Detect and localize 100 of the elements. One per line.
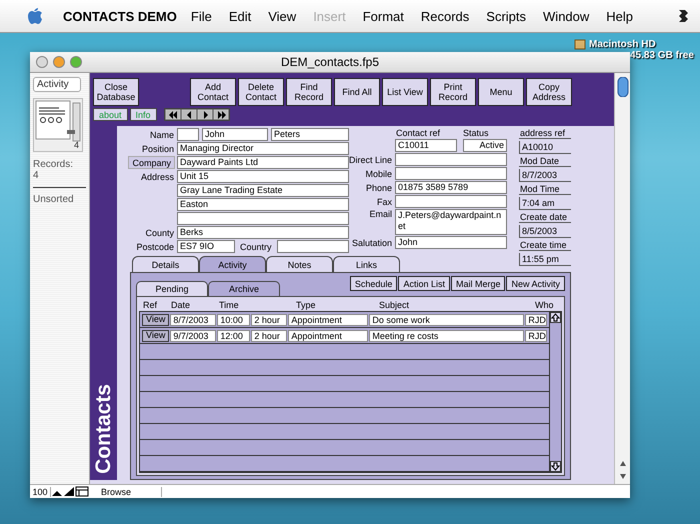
text-field[interactable]: Berks (177, 226, 349, 239)
text-field[interactable] (395, 167, 507, 180)
field-label: address ref (519, 128, 571, 139)
view-button[interactable]: View (142, 314, 170, 326)
text-field[interactable] (395, 153, 507, 166)
menu-item[interactable]: Format (362, 8, 404, 24)
scroll-up-arrow-icon[interactable] (618, 460, 626, 467)
column-header: Ref (143, 300, 158, 310)
table-cell: Appointment (288, 330, 368, 342)
contact-ref-field[interactable]: C10011 (395, 139, 457, 152)
text-field[interactable]: Dayward Paints Ltd (177, 156, 349, 169)
field-label: Mod Time (519, 184, 571, 195)
subtab[interactable]: Archive (208, 281, 280, 296)
field-label: Postcode (135, 242, 175, 252)
records-count: 4 (33, 170, 40, 181)
toolbar-button[interactable]: List View (382, 78, 428, 106)
window-title: DEM_contacts.fp5 (280, 55, 380, 69)
activity-button[interactable]: New Activity (506, 276, 565, 291)
close-button[interactable] (36, 56, 48, 68)
info-field: 8/7/2003 (519, 169, 571, 182)
text-field[interactable] (177, 212, 349, 225)
toolbar-button[interactable]: Menu (478, 78, 524, 106)
menu-item[interactable]: File (190, 8, 212, 24)
menu-item[interactable]: Edit (228, 8, 252, 24)
menu-item[interactable]: View (268, 8, 296, 24)
apple-menu-icon[interactable] (26, 7, 43, 25)
first-record-icon[interactable] (164, 109, 181, 120)
toolbar-button[interactable]: Add Contact (190, 78, 236, 106)
text-field[interactable]: J.Peters@daywardpaint.net (395, 209, 507, 235)
field-label: Phone (364, 182, 393, 192)
records-label: Records: (33, 159, 74, 170)
field-label: Create time (519, 240, 571, 251)
text-field[interactable]: Gray Lane Trading Estate (177, 184, 349, 197)
last-record-icon[interactable] (212, 109, 229, 120)
field-label: Email (368, 209, 393, 219)
field-label: Direct Line (349, 154, 394, 164)
column-header: Type (296, 300, 317, 310)
scroll-down-arrow-icon[interactable] (618, 473, 626, 480)
toolbar-button[interactable]: Copy Address (526, 78, 572, 106)
zoom-button[interactable] (70, 56, 82, 68)
text-field[interactable]: Easton (177, 198, 349, 211)
record-book[interactable]: 4 (33, 98, 83, 152)
menu-item[interactable]: Window (543, 8, 590, 24)
tab[interactable]: Links (333, 256, 400, 272)
toolbar-button[interactable]: Close Database (93, 78, 139, 106)
scroll-up-icon[interactable] (550, 312, 562, 323)
table-cell: RJD (525, 314, 548, 326)
toolbar-button[interactable]: Find Record (286, 78, 332, 106)
info-field: 7:04 am (519, 197, 571, 210)
zoom-level[interactable]: 100 (30, 486, 51, 496)
next-record-icon[interactable] (196, 109, 213, 120)
app-name[interactable]: CONTACTS DEMO (63, 8, 177, 24)
text-field[interactable] (395, 195, 507, 208)
tab[interactable]: Details (132, 256, 199, 272)
toolbar-button[interactable]: Delete Contact (238, 78, 284, 106)
column-header: Subject (379, 300, 410, 310)
text-field[interactable]: Unit 15 (177, 170, 349, 183)
menu-item[interactable]: Help (606, 8, 634, 24)
minimize-button[interactable] (53, 56, 65, 68)
toolbar-button[interactable]: Print Record (430, 78, 476, 106)
scroll-thumb[interactable] (616, 77, 628, 97)
tab[interactable]: Activity (199, 256, 266, 272)
toolbar-button[interactable]: Find All (334, 78, 380, 106)
postcode-field[interactable]: ES7 9IO (177, 240, 235, 253)
text-field[interactable]: John (395, 236, 507, 249)
layout-popup[interactable]: Activity (33, 77, 81, 92)
scroll-down-icon[interactable] (550, 461, 562, 472)
table-cell: 12:00 (217, 330, 250, 342)
text-field[interactable]: 01875 3589 5789 (395, 181, 507, 194)
table-cell: 10:00 (217, 314, 250, 326)
country-field[interactable] (276, 240, 349, 253)
title-field[interactable] (177, 128, 199, 141)
last-name-field[interactable]: Peters (271, 128, 349, 141)
previous-record-icon[interactable] (180, 109, 197, 120)
text-field[interactable]: Managing Director (177, 142, 349, 155)
status-area-icon[interactable] (75, 486, 89, 497)
table-cell: Appointment (288, 314, 368, 326)
info-field: 11:55 pm (519, 253, 571, 266)
column-header: Time (219, 300, 240, 310)
status-field[interactable]: Active (463, 139, 507, 152)
field-label: Name (148, 130, 175, 140)
field-label: Fax (376, 196, 393, 206)
menu-item[interactable]: Records (420, 8, 470, 24)
company-button[interactable]: Company (128, 156, 175, 169)
zoom-in-icon[interactable] (63, 486, 75, 497)
table-cell: Do some work (369, 314, 524, 326)
column-header: Who (535, 300, 555, 310)
field-label: Country (239, 242, 273, 252)
activity-button[interactable]: Schedule (350, 276, 398, 291)
record-book-icon[interactable] (35, 100, 81, 142)
view-button[interactable]: View (142, 330, 170, 342)
first-name-field[interactable]: John (202, 128, 268, 141)
menu-item[interactable]: Scripts (486, 8, 526, 24)
subtab[interactable]: Pending (136, 281, 208, 296)
table-cell: 9/7/2003 (170, 330, 216, 342)
column-header: Date (171, 300, 192, 310)
tab[interactable]: Notes (266, 256, 333, 272)
mode-label: Browse (93, 486, 162, 496)
activity-button[interactable]: Mail Merge (450, 276, 506, 291)
activity-button[interactable]: Action List (398, 276, 450, 291)
